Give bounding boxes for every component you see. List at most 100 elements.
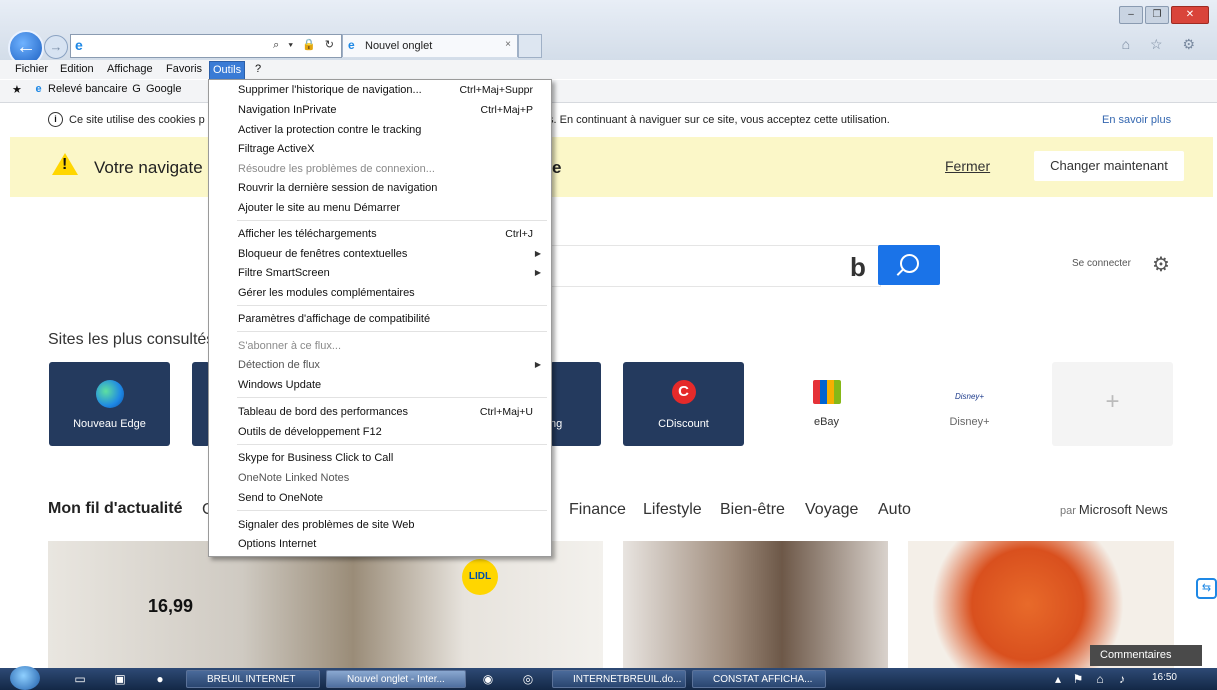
menu-item-reopen-session[interactable]: Rouvrir la dernière session de navigatio… <box>238 180 437 196</box>
news-cat-finance[interactable]: Finance <box>569 501 626 519</box>
shortcut-inprivate: Ctrl+Maj+P <box>480 104 533 116</box>
menu-item-internet-options[interactable]: Options Internet <box>238 536 316 552</box>
menu-favoris[interactable]: Favoris <box>163 61 205 78</box>
menu-item-downloads[interactable]: Afficher les téléchargements <box>238 226 377 242</box>
menu-item-fix-connection: Résoudre les problèmes de connexion... <box>238 163 435 175</box>
show-desktop-icon[interactable]: ▭ <box>72 672 88 686</box>
menu-separator <box>237 305 547 306</box>
news-card-image-lidl[interactable]: 16,99 LIDL <box>48 541 603 668</box>
tray-show-hidden-icon[interactable]: ▴ <box>1050 672 1066 686</box>
menu-item-skype-click-to-call[interactable]: Skype for Business Click to Call <box>238 450 393 466</box>
tile-partial-right[interactable]: ng <box>550 362 601 446</box>
add-favorite-icon[interactable]: ★ <box>12 83 22 96</box>
maximize-button[interactable]: ❐ <box>1145 6 1169 24</box>
cookie-notice: i Ce site utilise des cookies p s. En co… <box>0 109 1217 131</box>
signin-link[interactable]: Se connecter <box>1072 258 1131 269</box>
fav-google[interactable]: G Google <box>130 83 181 95</box>
tile-disney[interactable]: Disney+ Disney+ <box>909 362 1030 446</box>
news-cat-bien-etre[interactable]: Bien-être <box>720 501 785 519</box>
tab-new-tab[interactable]: e Nouvel onglet × <box>342 34 518 57</box>
fav-releve-bancaire[interactable]: e Relevé bancaire <box>32 83 128 95</box>
taskbar-breuil-internet[interactable]: BREUIL INTERNET <box>186 670 320 688</box>
news-source: par Microsoft News <box>1060 502 1168 517</box>
menu-item-windows-update[interactable]: Windows Update <box>238 377 321 393</box>
gear-icon[interactable]: ⚙ <box>1152 252 1170 277</box>
news-cat-lifestyle[interactable]: Lifestyle <box>643 501 702 519</box>
tile-ebay[interactable]: eBay <box>766 362 887 446</box>
tile-nouveau-edge[interactable]: Nouveau Edge <box>49 362 170 446</box>
chrome-icon[interactable]: ◉ <box>480 672 496 686</box>
ie-tab-icon: e <box>348 38 355 52</box>
taskbar-constat-affichage[interactable]: CONSTAT AFFICHA... <box>692 670 826 688</box>
menu-item-subscribe-feed: S'abonner à ce flux... <box>238 340 341 352</box>
feedback-side-icon[interactable]: ⇆ <box>1196 578 1217 599</box>
app-icon[interactable]: ● <box>152 672 168 686</box>
disney-logo-icon: Disney+ <box>954 392 985 401</box>
tile-label: Nouveau Edge <box>73 418 146 430</box>
menu-item-feed-discovery[interactable]: Détection de flux <box>238 357 320 373</box>
menu-edition[interactable]: Edition <box>57 61 97 78</box>
edge-taskbar-icon[interactable]: ◎ <box>520 672 536 686</box>
menu-item-compat-view[interactable]: Paramètres d'affichage de compatibilité <box>238 311 430 327</box>
menu-item-report-site-problems[interactable]: Signaler des problèmes de site Web <box>238 517 415 533</box>
address-bar[interactable]: e ⌕ ▾ 🔒 ↻ <box>70 34 342 58</box>
tab-close-icon[interactable]: × <box>505 39 511 50</box>
menu-item-popup-blocker[interactable]: Bloqueur de fenêtres contextuelles <box>238 246 407 262</box>
menu-item-send-to-onenote[interactable]: Send to OneNote <box>238 490 323 506</box>
taskbar-nouvel-onglet[interactable]: Nouvel onglet - Inter... <box>326 670 466 688</box>
bing-icon: b <box>850 252 866 282</box>
news-cat-auto[interactable]: Auto <box>878 501 911 519</box>
submenu-arrow-icon: ▶ <box>534 268 541 277</box>
menu-item-onenote-linked[interactable]: OneNote Linked Notes <box>238 470 349 486</box>
add-icon: + <box>1105 388 1120 415</box>
comments-button[interactable]: Commentaires <box>1090 645 1202 666</box>
clock[interactable]: 16:50 <box>1152 672 1177 683</box>
menu-outils[interactable]: Outils <box>209 61 246 80</box>
cookie-text-left: Ce site utilise des cookies p <box>69 114 205 126</box>
menu-bar: Fichier Edition Affichage Favoris Outils… <box>0 60 1217 80</box>
menu-item-performance-dashboard[interactable]: Tableau de bord des performances <box>238 404 408 420</box>
tile-label: ng <box>550 418 563 430</box>
explorer-icon[interactable]: ▣ <box>112 672 128 686</box>
menu-help[interactable]: ? <box>252 61 264 78</box>
search-input[interactable] <box>540 245 881 287</box>
submenu-arrow-icon: ▶ <box>534 360 541 369</box>
add-site-tile[interactable]: + <box>1052 362 1173 446</box>
menu-separator <box>237 444 547 445</box>
fav-label: Relevé bancaire <box>48 83 128 95</box>
news-card-image-portrait[interactable] <box>623 541 888 668</box>
close-window-button[interactable]: ✕ <box>1171 6 1209 24</box>
menu-item-activex-filtering[interactable]: Filtrage ActiveX <box>238 141 314 157</box>
learn-more-link[interactable]: En savoir plus <box>1102 114 1171 126</box>
address-tools-icons[interactable]: ⌕ ▾ 🔒 ↻ <box>273 38 337 52</box>
tray-network-icon[interactable]: ⚑ <box>1070 672 1086 686</box>
price-tag: 16,99 <box>148 596 194 616</box>
search-button[interactable] <box>878 245 940 285</box>
menu-affichage[interactable]: Affichage <box>104 61 156 78</box>
cdiscount-icon: C <box>671 380 696 404</box>
new-tab-button[interactable] <box>518 34 542 58</box>
menu-item-f12-devtools[interactable]: Outils de développement F12 <box>238 424 382 440</box>
news-cat-voyage[interactable]: Voyage <box>805 501 858 519</box>
menu-item-smartscreen[interactable]: Filtre SmartScreen <box>238 265 330 281</box>
menu-item-manage-addons[interactable]: Gérer les modules complémentaires <box>238 285 415 301</box>
menu-item-inprivate[interactable]: Navigation InPrivate <box>238 102 336 118</box>
menu-separator <box>237 510 547 511</box>
shortcut-clear-history: Ctrl+Maj+Suppr <box>459 84 533 96</box>
forward-button[interactable]: → <box>44 35 68 59</box>
tray-flag-icon[interactable]: ⌂ <box>1092 672 1108 686</box>
menu-item-clear-history[interactable]: Supprimer l'historique de navigation... <box>238 82 422 98</box>
menu-item-tracking-protection[interactable]: Activer la protection contre le tracking <box>238 122 421 138</box>
change-now-button[interactable]: Changer maintenant <box>1034 151 1184 181</box>
warning-message: Votre navigate <box>94 158 203 177</box>
start-button[interactable] <box>10 666 40 690</box>
tile-cdiscount[interactable]: C CDiscount <box>623 362 744 446</box>
dismiss-link[interactable]: Fermer <box>945 158 990 174</box>
minimize-button[interactable]: – <box>1119 6 1143 24</box>
home-favorites-tools-icons[interactable]: ⌂ ☆ ⚙ <box>1122 36 1203 53</box>
taskbar-internetbreuil-doc[interactable]: INTERNETBREUIL.do... <box>552 670 686 688</box>
window-controls: – ❐ ✕ <box>1119 6 1209 24</box>
menu-item-add-to-start[interactable]: Ajouter le site au menu Démarrer <box>238 200 400 216</box>
menu-fichier[interactable]: Fichier <box>12 61 51 78</box>
volume-icon[interactable]: ♪ <box>1114 672 1130 686</box>
